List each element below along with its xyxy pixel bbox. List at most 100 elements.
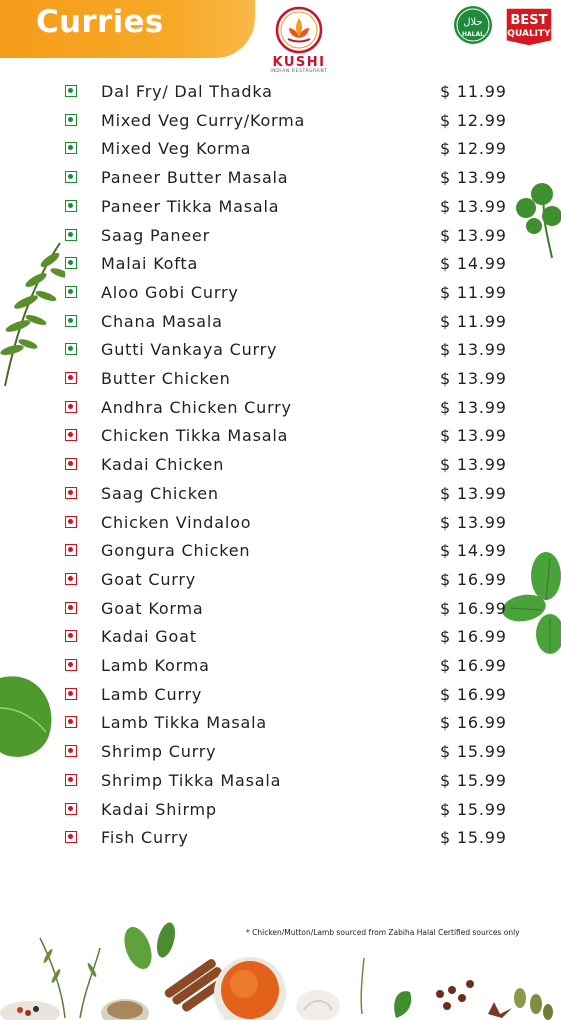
menu-item-price: $ 11.99 (440, 82, 507, 101)
menu-item-price: $ 13.99 (440, 397, 507, 417)
menu-item-name: Gutti Vankaya Curry (101, 340, 278, 360)
veg-indicator-icon (65, 85, 77, 97)
nonveg-indicator-icon (65, 372, 77, 384)
header-banner: Curries (0, 0, 255, 58)
menu-item: Lamb Korma $ 16.99 (0, 652, 561, 680)
lotus-logo-icon (275, 6, 323, 54)
menu-item-price: $ 13.99 (440, 168, 507, 188)
nonveg-indicator-icon (65, 630, 77, 643)
menu-item-name: Butter Chicken (101, 369, 231, 388)
veg-indicator-icon (65, 257, 77, 270)
menu-item-price: $ 16.99 (440, 569, 507, 589)
menu-item: Aloo Gobi Curry $ 11.99 (0, 279, 561, 307)
menu-item: Chicken Tikka Masala $ 13.99 (0, 422, 561, 450)
menu-item-price: $ 13.99 (440, 426, 507, 446)
menu-item: Lamb Tikka Masala $ 16.99 (0, 709, 561, 737)
veg-indicator-icon (65, 285, 77, 298)
menu-item: Paneer Butter Masala $ 13.99 (0, 164, 561, 192)
menu-item-name: Fish Curry (101, 828, 189, 848)
nonveg-indicator-icon (65, 601, 77, 614)
menu-item-name: Mixed Veg Korma (101, 139, 252, 159)
veg-indicator-icon (65, 228, 77, 241)
veg-indicator-icon (65, 343, 77, 356)
logo-tagline: INDIAN RESTAURANT (270, 69, 328, 74)
menu-item: Kadai Chicken $ 13.99 (0, 451, 561, 479)
nonveg-indicator-icon (65, 716, 77, 729)
menu-item-price: $ 11.99 (440, 282, 507, 302)
menu-item-name: Andhra Chicken Curry (101, 397, 292, 417)
menu-item-price: $ 13.99 (440, 340, 507, 360)
menu-item-price: $ 13.99 (440, 483, 507, 503)
nonveg-indicator-icon (65, 659, 77, 671)
halal-label: HALAL (462, 31, 484, 38)
menu-item-name: Kadai Shirmp (101, 799, 217, 819)
menu-item-price: $ 16.99 (440, 656, 507, 675)
page-title: Curries (36, 4, 164, 40)
menu-item: Kadai Goat $ 16.99 (0, 623, 561, 651)
menu-item: Lamb Curry $ 16.99 (0, 681, 561, 709)
menu-item-name: Goat Curry (101, 569, 197, 589)
menu-item-name: Lamb Korma (101, 656, 210, 675)
menu-item-name: Paneer Butter Masala (101, 168, 289, 188)
menu-item-price: $ 15.99 (440, 799, 507, 819)
menu-item-name: Paneer Tikka Masala (101, 196, 280, 216)
menu-item-name: Chicken Vindaloo (101, 512, 252, 532)
logo-name: KUSHI (272, 55, 326, 70)
menu-item: Fish Curry $ 15.99 (0, 824, 561, 852)
menu-item: Chicken Vindaloo $ 13.99 (0, 509, 561, 537)
menu-item-name: Saag Paneer (101, 225, 210, 245)
menu-item-name: Shrimp Tikka Masala (101, 770, 282, 790)
menu-item: Mixed Veg Curry/Korma $ 12.99 (0, 107, 561, 135)
menu-item-price: $ 15.99 (440, 770, 507, 790)
menu-item: Malai Kofta $ 14.99 (0, 250, 561, 278)
nonveg-indicator-icon (65, 572, 77, 585)
menu-item-price: $ 11.99 (440, 311, 507, 331)
menu-item: Gongura Chicken $ 14.99 (0, 537, 561, 565)
menu-item-name: Saag Chicken (101, 483, 219, 503)
menu-item-price: $ 15.99 (440, 828, 507, 848)
halal-seal-icon: حلال HALAL (454, 6, 492, 44)
veg-indicator-icon (65, 171, 77, 184)
menu-item-price: $ 12.99 (440, 110, 507, 130)
menu-item-price: $ 13.99 (440, 196, 507, 216)
menu-item-name: Chicken Tikka Masala (101, 426, 289, 446)
menu-item: Andhra Chicken Curry $ 13.99 (0, 394, 561, 422)
menu-item-name: Chana Masala (101, 311, 223, 331)
menu-item: Butter Chicken $ 13.99 (0, 365, 561, 393)
menu-item: Mixed Veg Korma $ 12.99 (0, 135, 561, 163)
menu-item: Dal Fry/ Dal Thadka $ 11.99 (0, 78, 561, 106)
menu-item-name: Malai Kofta (101, 254, 199, 274)
menu-item-name: Lamb Curry (101, 684, 203, 704)
menu-item-name: Shrimp Curry (101, 742, 217, 762)
menu-item-price: $ 16.99 (440, 713, 507, 733)
nonveg-indicator-icon (65, 458, 77, 471)
menu-item-price: $ 13.99 (440, 369, 507, 388)
veg-indicator-icon (65, 142, 77, 155)
menu-item: Chana Masala $ 11.99 (0, 308, 561, 336)
menu-item: Goat Curry $ 16.99 (0, 566, 561, 594)
menu-item-name: Kadai Goat (101, 627, 197, 647)
nonveg-indicator-icon (65, 802, 77, 815)
veg-indicator-icon (65, 199, 77, 212)
menu-item-price: $ 16.99 (440, 598, 507, 618)
nonveg-indicator-icon (65, 544, 77, 557)
menu-item-price: $ 14.99 (440, 541, 507, 561)
menu-item-price: $ 13.99 (440, 455, 507, 475)
menu-item-price: $ 14.99 (440, 254, 507, 274)
nonveg-indicator-icon (65, 831, 77, 844)
menu-item: Saag Chicken $ 13.99 (0, 480, 561, 508)
menu-item: Saag Paneer $ 13.99 (0, 222, 561, 250)
halal-arabic-text: حلال (463, 17, 482, 28)
nonveg-indicator-icon (65, 400, 77, 413)
menu-item-name: Aloo Gobi Curry (101, 282, 239, 302)
menu-item-price: $ 13.99 (440, 512, 507, 532)
quality-line1: BEST (510, 13, 547, 28)
menu-item: Shrimp Tikka Masala $ 15.99 (0, 767, 561, 795)
veg-indicator-icon (65, 113, 77, 126)
halal-sourcing-footnote: * Chicken/Mutton/Lamb sourced from Zabih… (246, 928, 520, 937)
menu-item: Goat Korma $ 16.99 (0, 595, 561, 623)
quality-line2: QUALITY (507, 29, 551, 39)
menu-item-name: Dal Fry/ Dal Thadka (101, 82, 273, 101)
nonveg-indicator-icon (65, 687, 77, 700)
menu-item: Kadai Shirmp $ 15.99 (0, 796, 561, 824)
